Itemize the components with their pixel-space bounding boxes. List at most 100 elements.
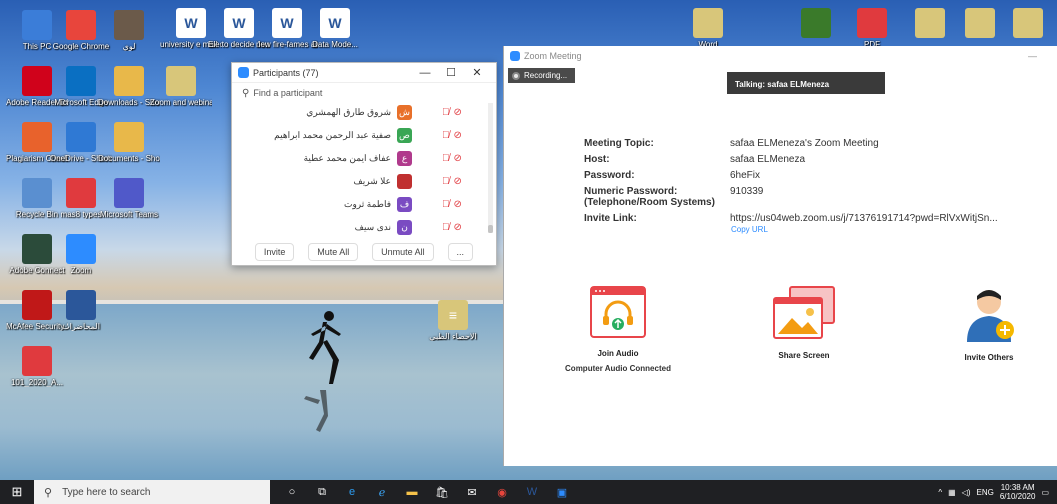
volume-icon[interactable]: ◁) (962, 488, 971, 497)
desktop-icon[interactable]: Microsoft Teams (98, 178, 160, 219)
start-button[interactable]: ⊞ (0, 484, 34, 500)
video-off-icon: ⊘ (453, 222, 462, 233)
participants-titlebar[interactable]: Participants (77) — ☐ ✕ (232, 63, 496, 83)
desktop-icon[interactable]: W Data Mode... (304, 8, 366, 49)
participant-name: صفية عبد الرحمن محمد ابراهيم (274, 130, 391, 140)
participants-window[interactable]: Participants (77) — ☐ ✕ ⚲ Find a partici… (231, 62, 497, 266)
task-view-icon[interactable]: ⧉ (310, 482, 334, 502)
copy-url-link[interactable]: Copy URL (731, 225, 768, 234)
participant-name: فاطمة ثروت (343, 199, 391, 209)
talking-indicator: Talking: safaa ELMeneza (727, 72, 885, 94)
show-hidden-icons-icon[interactable]: ^ (938, 488, 942, 497)
taskbar: ⊞ ⚲ Type here to search ○ ⧉ e ℯ ▬ 🛍 ✉ ◉ … (0, 480, 1057, 504)
participants-footer: Invite Mute All Unmute All ... (232, 239, 496, 265)
info-label: Invite Link: (584, 213, 637, 224)
zoom-meeting-window[interactable]: Zoom Meeting — Recording... Talking: saf… (503, 46, 1057, 466)
scrollbar-thumb[interactable] (488, 225, 493, 233)
desktop-icon[interactable]: 101_2020_A... (6, 346, 68, 387)
participant-identity: فاطمة ثروت ف (252, 197, 412, 212)
system-tray: ^ ▦ ◁) ENG 10:38 AM 6/10/2020 ▭ (938, 483, 1057, 501)
desktop-icon-label: Documents - Shortcut (98, 154, 160, 163)
mic-muted-icon[interactable]: 🎙̸ (442, 107, 450, 118)
desktop-icon[interactable] (956, 8, 1004, 40)
mic-muted-icon[interactable]: 🎙̸ (442, 153, 450, 164)
desktop-icon[interactable]: Zoom (50, 234, 112, 275)
mute-all-button[interactable]: Mute All (308, 243, 359, 261)
desktop-icon[interactable]: لوي (98, 10, 160, 51)
participant-search[interactable]: ⚲ Find a participant (238, 85, 490, 101)
participant-identity: شروق طارق الهمشري ش (252, 105, 412, 120)
info-label: Host: (584, 154, 610, 165)
desktop-icon[interactable]: Zoom and webinars (150, 66, 212, 107)
desktop-icon-label: لوي (122, 42, 136, 51)
close-button[interactable]: ✕ (464, 66, 490, 79)
minimize-button[interactable]: — (1028, 51, 1037, 61)
mic-muted-icon[interactable]: 🎙̸ (442, 130, 450, 141)
headphones-icon (590, 286, 646, 338)
participant-status: 🎙̸ ⊘ (442, 222, 462, 233)
mic-muted-icon[interactable]: 🎙̸ (442, 222, 450, 233)
meeting-info-row: Host: safaa ELMeneza (584, 154, 1044, 165)
video-off-icon: ⊘ (453, 130, 462, 141)
mic-muted-icon[interactable]: 🎙̸ (442, 199, 450, 210)
participant-row[interactable]: عفاف ايمن محمد عطية ع 🎙̸ ⊘ (232, 147, 490, 170)
desktop-icon[interactable]: PDF (848, 8, 896, 49)
clock-time: 10:38 AM (1000, 483, 1035, 492)
desktop-icon-middle[interactable]: ≡ الاحصاء الطبي (422, 300, 484, 341)
participant-identity: صفية عبد الرحمن محمد ابراهيم ص (252, 128, 412, 143)
desktop-icon[interactable] (906, 8, 954, 40)
participant-row[interactable]: شروق طارق الهمشري ش 🎙̸ ⊘ (232, 101, 490, 124)
desktop-icon[interactable]: Word (684, 8, 732, 49)
invite-others-button[interactable]: Invite Others (929, 286, 1049, 362)
meeting-info-row: Invite Link: https://us04web.zoom.us/j/71… (584, 213, 1044, 224)
minimize-button[interactable]: — (412, 67, 438, 79)
more-button[interactable]: ... (447, 243, 474, 261)
cortana-icon[interactable]: ○ (280, 482, 304, 502)
word-icon: W (272, 8, 302, 38)
desktop-icon[interactable]: Documents - Shortcut (98, 122, 160, 163)
edge-icon[interactable]: e (340, 482, 364, 502)
doc-icon (965, 8, 995, 38)
invite-link[interactable]: https://us04web.zoom.us/j/71376191714?pw… (730, 213, 998, 224)
desktop-icon[interactable] (1004, 8, 1052, 40)
scrollbar[interactable] (488, 103, 493, 233)
image-file-icon (114, 10, 144, 40)
store-icon[interactable]: 🛍 (430, 482, 454, 502)
taskbar-search[interactable]: ⚲ Type here to search (34, 480, 270, 504)
participant-row[interactable]: صفية عبد الرحمن محمد ابراهيم ص 🎙̸ ⊘ (232, 124, 490, 147)
zoom-icon[interactable]: ▣ (550, 482, 574, 502)
taskbar-search-input[interactable]: Type here to search (62, 487, 150, 498)
word-icon: W (320, 8, 350, 38)
language-indicator[interactable]: ENG (977, 488, 994, 497)
invite-button[interactable]: Invite (254, 243, 295, 261)
recording-indicator[interactable]: Recording... (508, 68, 576, 83)
pdf-icon (66, 178, 96, 208)
mic-muted-icon[interactable]: 🎙̸ (442, 176, 450, 187)
maximize-button[interactable]: ☐ (438, 66, 464, 79)
unmute-all-button[interactable]: Unmute All (372, 243, 434, 261)
participant-row[interactable]: فاطمة ثروت ف 🎙̸ ⊘ (232, 193, 490, 216)
share-screen-button[interactable]: Share Screen (744, 286, 864, 360)
chrome-icon[interactable]: ◉ (490, 482, 514, 502)
desktop-icon[interactable]: المحاضرات (50, 290, 112, 331)
internet-explorer-icon[interactable]: ℯ (370, 482, 394, 502)
join-audio-button[interactable]: Join Audio Computer Audio Connected (558, 286, 678, 373)
notifications-icon[interactable]: ▭ (1041, 488, 1049, 497)
record-icon (512, 71, 520, 80)
search-icon: ⚲ (44, 486, 53, 499)
search-input[interactable]: Find a participant (253, 88, 322, 98)
desktop-icon[interactable] (792, 8, 840, 40)
participant-row[interactable]: علا شريف 🎙̸ ⊘ (232, 170, 490, 193)
network-icon[interactable]: ▦ (948, 488, 956, 497)
meeting-titlebar[interactable]: Zoom Meeting — (504, 46, 1057, 66)
video-off-icon: ⊘ (453, 176, 462, 187)
desktop-icon-label: Data Mode... (312, 40, 358, 49)
participant-row[interactable]: ندى سيف ن 🎙̸ ⊘ (232, 216, 490, 237)
zoom-icon (66, 234, 96, 264)
recycle-bin-icon (22, 178, 52, 208)
clock[interactable]: 10:38 AM 6/10/2020 (1000, 483, 1036, 501)
word-icon[interactable]: W (520, 482, 544, 502)
mail-icon[interactable]: ✉ (460, 482, 484, 502)
file-explorer-icon[interactable]: ▬ (400, 482, 424, 502)
edge-icon (66, 66, 96, 96)
